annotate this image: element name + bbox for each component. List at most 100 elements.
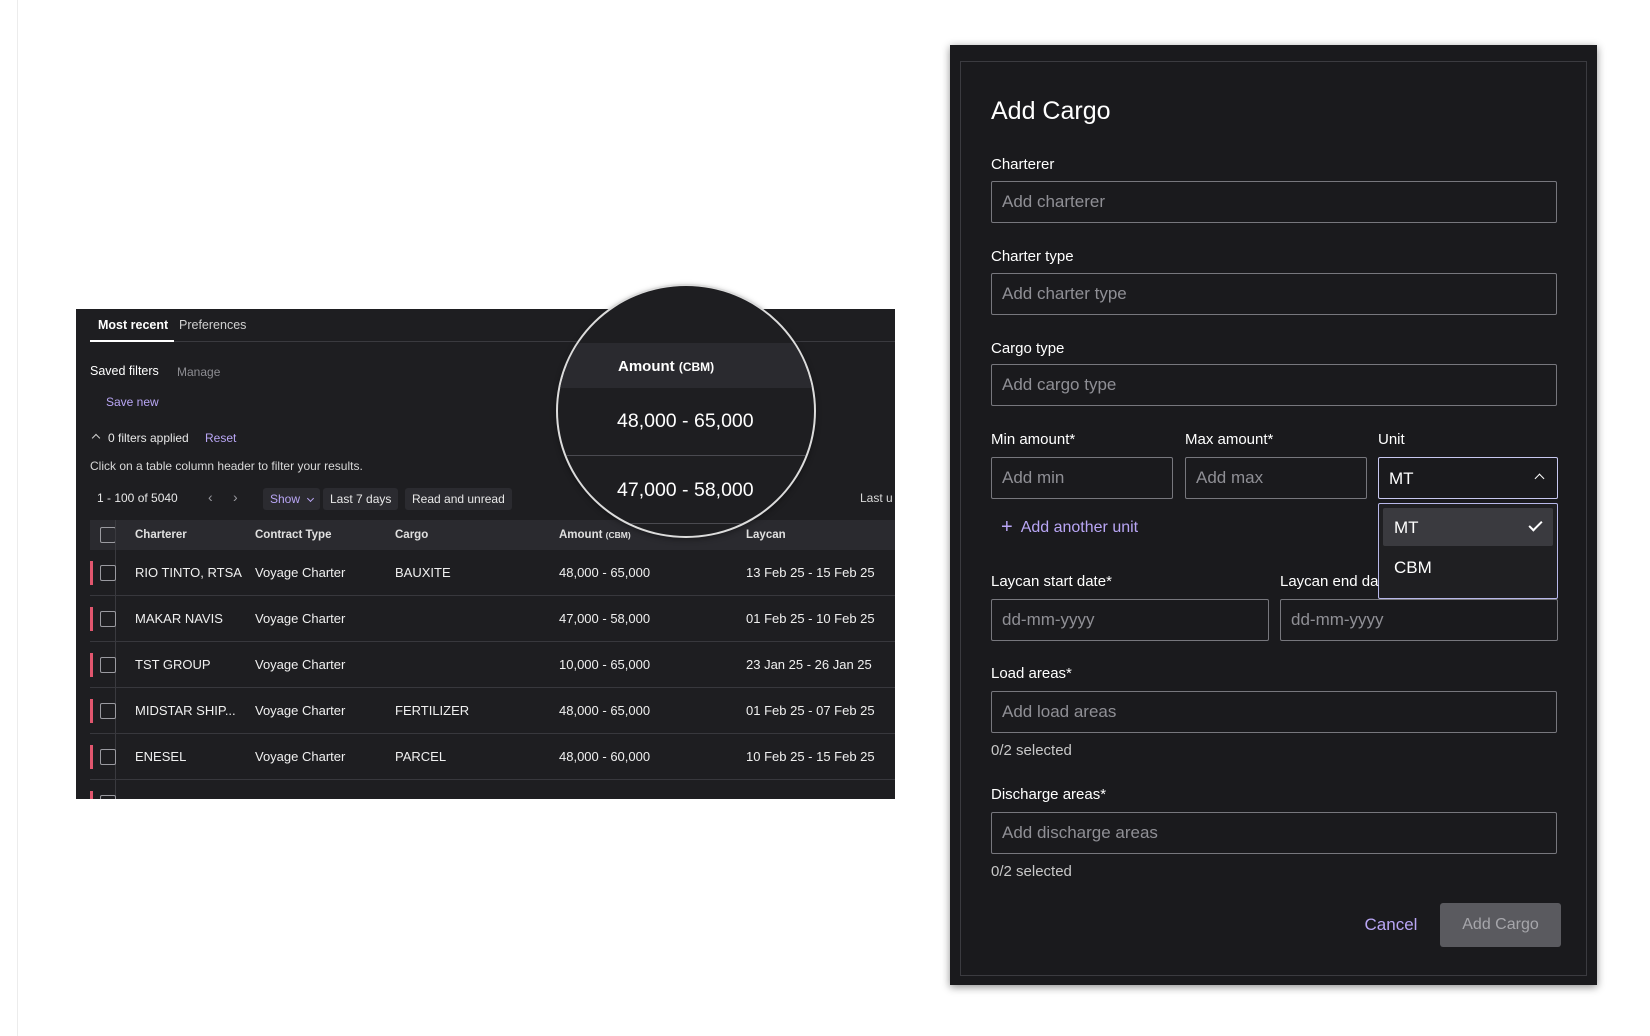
- cell-laycan: 01 Feb 25 - 10 Feb 25: [746, 611, 875, 626]
- active-tab-indicator: [90, 340, 174, 342]
- magnified-amount-value: 48,000 - 65,000: [617, 410, 754, 432]
- row-status-flag: [90, 561, 93, 585]
- tab-most-recent[interactable]: Most recent: [98, 318, 168, 332]
- amount-header-unit: (CBM): [605, 530, 631, 540]
- row-checkbox[interactable]: [100, 611, 116, 627]
- last-updated-label: Last u: [860, 491, 893, 505]
- filter-hint: Click on a table column header to filter…: [90, 459, 363, 473]
- prev-page-icon[interactable]: ‹: [208, 489, 213, 505]
- cell-laycan: 23 Jan 25 - 26 Jan 25: [746, 657, 872, 672]
- cell-contract-type: Voyage Charter: [255, 565, 346, 580]
- cargo-type-input[interactable]: [991, 364, 1557, 406]
- cell-cargo: FERTILIZER: [395, 703, 470, 718]
- last-7-days-filter[interactable]: Last 7 days: [323, 488, 399, 510]
- table-row[interactable]: TST GROUP Voyage Charter 10,000 - 65,000…: [90, 642, 895, 688]
- row-checkbox[interactable]: [100, 565, 116, 581]
- row-status-flag: [90, 653, 93, 677]
- read-unread-filter[interactable]: Read and unread: [405, 488, 512, 510]
- charterer-label: Charterer: [991, 156, 1055, 173]
- column-header-cargo[interactable]: Cargo: [395, 529, 428, 541]
- column-header-charterer[interactable]: Charterer: [135, 529, 187, 541]
- read-unread-label: Read and unread: [412, 492, 505, 506]
- page-edge-divider: [17, 0, 18, 1036]
- cell-cargo: PARCEL: [395, 749, 447, 764]
- discharge-areas-input[interactable]: [991, 812, 1557, 854]
- show-dropdown[interactable]: Show: [263, 488, 321, 510]
- unit-select[interactable]: MT: [1378, 457, 1558, 499]
- cell-laycan: 01 Feb 25 - 07 Feb 25: [746, 703, 875, 718]
- min-amount-input[interactable]: [991, 457, 1173, 499]
- laycan-start-date-input[interactable]: [991, 599, 1269, 641]
- show-dropdown-label: Show: [270, 492, 301, 506]
- unit-dropdown-menu: MT CBM: [1378, 503, 1558, 599]
- row-checkbox[interactable]: [100, 703, 116, 719]
- table-row[interactable]: ENESEL Voyage Charter PARCEL 48,000 - 60…: [90, 734, 895, 780]
- unit-option-label: CBM: [1394, 558, 1432, 577]
- min-amount-label: Min amount*: [991, 431, 1076, 448]
- unit-option-label: MT: [1394, 518, 1419, 537]
- tab-preferences[interactable]: Preferences: [179, 318, 246, 332]
- table-row[interactable]: MIDSTAR SHIP... Voyage Charter FERTILIZE…: [90, 688, 895, 734]
- row-status-flag: [90, 745, 93, 769]
- table-row-partial[interactable]: [90, 780, 895, 799]
- max-amount-input[interactable]: [1185, 457, 1367, 499]
- chevron-up-icon[interactable]: [91, 433, 101, 443]
- unit-label: Unit: [1378, 431, 1405, 448]
- row-status-flag: [90, 607, 93, 631]
- magnified-header: Amount (CBM): [558, 343, 814, 388]
- column-header-amount[interactable]: Amount (CBM): [559, 529, 631, 541]
- cell-contract-type: Voyage Charter: [255, 657, 346, 672]
- laycan-start-label: Laycan start date*: [991, 573, 1112, 590]
- laycan-end-label: Laycan end da: [1280, 573, 1379, 590]
- cell-cargo: BAUXITE: [395, 565, 451, 580]
- max-amount-label: Max amount*: [1185, 431, 1274, 448]
- add-another-unit-label: Add another unit: [1020, 519, 1139, 536]
- cell-laycan: 13 Feb 25 - 15 Feb 25: [746, 565, 875, 580]
- row-checkbox[interactable]: [100, 795, 116, 799]
- magnified-amount-value: 47,000 - 58,000: [617, 479, 754, 501]
- column-header-contract-type[interactable]: Contract Type: [255, 529, 331, 541]
- unit-option-mt[interactable]: MT: [1383, 508, 1553, 546]
- modal-title: Add Cargo: [991, 97, 1111, 125]
- column-header-laycan[interactable]: Laycan: [746, 529, 786, 541]
- cell-charterer: RIO TINTO, RTSA: [135, 565, 242, 580]
- plus-icon: +: [1001, 516, 1013, 538]
- reset-filters-link[interactable]: Reset: [205, 431, 236, 445]
- cancel-button[interactable]: Cancel: [1357, 902, 1425, 946]
- pagination-range: 1 - 100 of 5040: [97, 491, 178, 505]
- check-icon: [1528, 517, 1543, 532]
- row-status-flag: [90, 791, 93, 799]
- charter-type-label: Charter type: [991, 248, 1074, 265]
- table-row[interactable]: MAKAR NAVIS Voyage Charter 47,000 - 58,0…: [90, 596, 895, 642]
- row-checkbox[interactable]: [100, 657, 116, 673]
- cargo-type-label: Cargo type: [991, 340, 1065, 357]
- row-checkbox[interactable]: [100, 749, 116, 765]
- load-areas-helper: 0/2 selected: [991, 742, 1072, 759]
- load-areas-label: Load areas*: [991, 665, 1072, 682]
- cell-charterer: TST GROUP: [135, 657, 211, 672]
- save-new-link[interactable]: Save new: [106, 395, 159, 409]
- magnified-header-label: Amount: [618, 358, 675, 375]
- unit-select-value: MT: [1389, 469, 1414, 488]
- chevron-down-icon: [306, 494, 315, 503]
- add-another-unit-button[interactable]: + Add another unit: [1001, 515, 1138, 538]
- charter-type-input[interactable]: [991, 273, 1557, 315]
- unit-option-cbm[interactable]: CBM: [1383, 548, 1553, 586]
- add-cargo-button[interactable]: Add Cargo: [1440, 903, 1561, 947]
- charterer-input[interactable]: [991, 181, 1557, 223]
- cell-amount: 10,000 - 65,000: [559, 657, 651, 672]
- cell-contract-type: Voyage Charter: [255, 749, 346, 764]
- table-row[interactable]: RIO TINTO, RTSA Voyage Charter BAUXITE 4…: [90, 550, 895, 596]
- manage-link[interactable]: Manage: [177, 365, 220, 379]
- laycan-end-date-input[interactable]: [1280, 599, 1558, 641]
- cell-laycan: 10 Feb 25 - 15 Feb 25: [746, 749, 875, 764]
- cell-amount: 48,000 - 65,000: [559, 703, 651, 718]
- filters-applied-label: 0 filters applied: [108, 431, 189, 445]
- table-header: Charterer Contract Type Cargo Amount (CB…: [90, 520, 895, 550]
- select-all-checkbox[interactable]: [100, 527, 116, 543]
- next-page-icon[interactable]: ›: [233, 489, 238, 505]
- cell-charterer: MAKAR NAVIS: [135, 611, 223, 626]
- amount-magnifier-callout: Amount (CBM) 48,000 - 65,000 47,000 - 58…: [556, 284, 816, 538]
- cell-contract-type: Voyage Charter: [255, 611, 346, 626]
- load-areas-input[interactable]: [991, 691, 1557, 733]
